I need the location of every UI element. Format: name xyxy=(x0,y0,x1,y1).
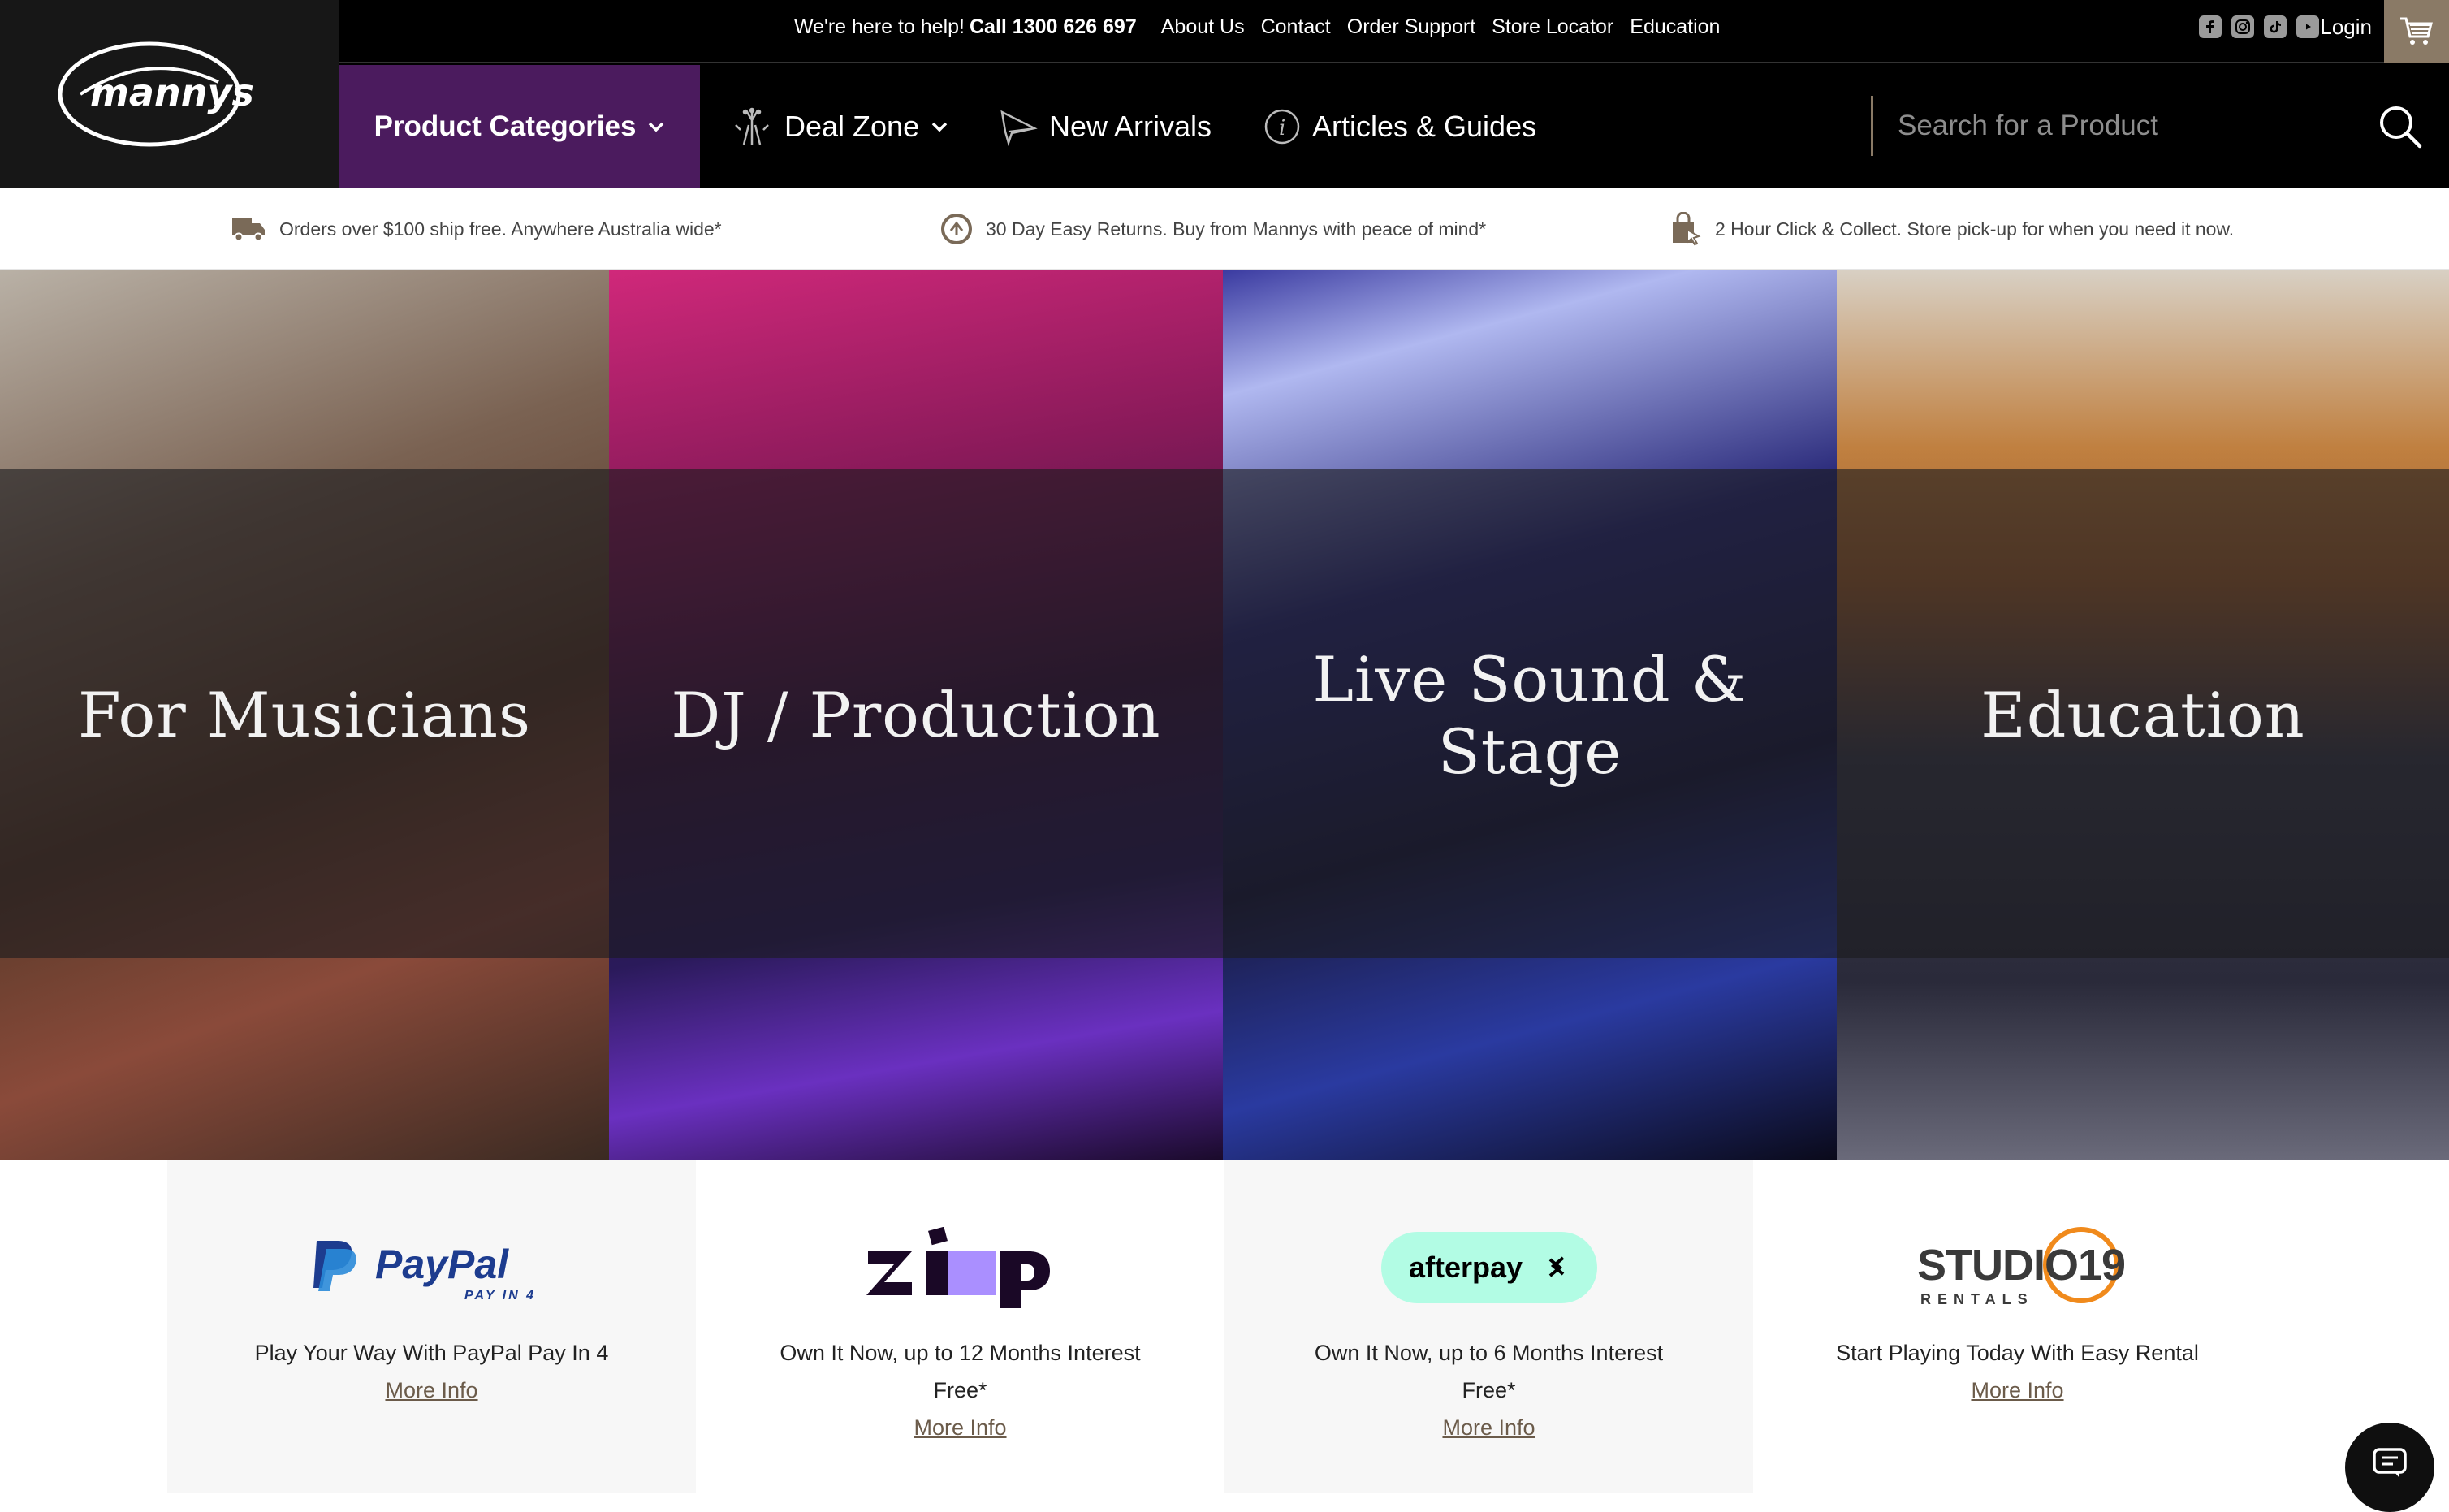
login-link[interactable]: Login xyxy=(2320,0,2372,54)
afterpay-more-info-link[interactable]: More Info xyxy=(1442,1409,1535,1446)
chat-icon xyxy=(2373,1448,2407,1478)
afterpay-card: afterpay Own It Now, up to 6 Months Inte… xyxy=(1224,1160,1753,1493)
youtube-icon[interactable] xyxy=(2296,15,2319,38)
search-bar xyxy=(1871,96,2449,156)
returns-icon xyxy=(941,214,972,244)
logo-text: mannys xyxy=(90,71,254,114)
zip-logo xyxy=(863,1219,1058,1316)
articles-guides-link[interactable]: i Articles & Guides xyxy=(1263,65,1536,188)
tile-live-sound-stage[interactable]: Live Sound & Stage xyxy=(1223,270,1837,1160)
returns-promo: 30 Day Easy Returns. Buy from Mannys wit… xyxy=(940,188,1486,270)
search-input[interactable] xyxy=(1898,96,2352,156)
deal-zone-label: Deal Zone xyxy=(784,110,920,143)
main-navigation: Product Categories Deal Zone New Arrival… xyxy=(339,65,2449,188)
search-icon xyxy=(2380,106,2422,149)
mannys-logo[interactable]: mannys xyxy=(0,0,339,188)
info-icon: i xyxy=(1264,109,1300,145)
order-support-link[interactable]: Order Support xyxy=(1347,15,1475,39)
tile-title: Live Sound & Stage xyxy=(1312,642,1747,788)
afterpay-description: Own It Now, up to 6 Months Interest Free… xyxy=(1314,1341,1664,1402)
studio19-logo-text: STUDIO19 xyxy=(1917,1241,2125,1290)
product-categories-menu[interactable]: Product Categories xyxy=(339,65,700,188)
help-text: We're here to help! xyxy=(794,15,965,38)
afterpay-logo-text: afterpay xyxy=(1409,1251,1523,1284)
about-us-link[interactable]: About Us xyxy=(1161,15,1245,39)
studio19-logo-sub: RENTALS xyxy=(1920,1291,2034,1307)
chevron-down-icon xyxy=(931,122,948,132)
free-shipping-promo: Orders over $100 ship free. Anywhere Aus… xyxy=(231,188,722,270)
paypal-logo-text: PayPal xyxy=(375,1242,509,1287)
paypal-card: PayPal PAY IN 4 Play Your Way With PayPa… xyxy=(167,1160,696,1493)
instagram-icon[interactable] xyxy=(2231,15,2254,38)
cart-button[interactable] xyxy=(2384,0,2449,63)
help-line: We're here to help! Call 1300 626 697 Ab… xyxy=(794,0,1736,54)
tile-title: For Musicians xyxy=(77,679,532,751)
chevron-down-icon xyxy=(649,122,664,132)
zip-card: Own It Now, up to 12 Months Interest Fre… xyxy=(696,1160,1224,1493)
product-categories-label: Product Categories xyxy=(374,110,637,142)
paper-plane-icon xyxy=(1000,110,1038,146)
deal-zone-menu[interactable]: Deal Zone xyxy=(731,65,948,188)
paypal-description: Play Your Way With PayPal Pay In 4 xyxy=(254,1341,609,1365)
returns-text: 30 Day Easy Returns. Buy from Mannys wit… xyxy=(986,218,1487,240)
tile-for-musicians[interactable]: For Musicians xyxy=(0,270,609,1160)
site-header: mannys We're here to help! Call 1300 626… xyxy=(0,0,2449,188)
truck-icon xyxy=(232,218,265,242)
new-arrivals-link[interactable]: New Arrivals xyxy=(999,65,1212,188)
studio19-description: Start Playing Today With Easy Rental xyxy=(1836,1341,2199,1365)
cart-icon xyxy=(2400,17,2433,45)
studio19-card: STUDIO19 RENTALS Start Playing Today Wit… xyxy=(1753,1160,2282,1493)
search-button[interactable] xyxy=(2376,102,2425,151)
promo-bar: Orders over $100 ship free. Anywhere Aus… xyxy=(0,188,2449,270)
fireworks-icon xyxy=(735,107,769,145)
studio19-more-info-link[interactable]: More Info xyxy=(1971,1372,2063,1409)
tile-title: Education xyxy=(1980,679,2305,751)
tiktok-icon[interactable] xyxy=(2264,15,2287,38)
payment-options: PayPal PAY IN 4 Play Your Way With PayPa… xyxy=(167,1160,2282,1493)
free-shipping-text: Orders over $100 ship free. Anywhere Aus… xyxy=(279,218,722,240)
utility-bar: We're here to help! Call 1300 626 697 Ab… xyxy=(339,0,2449,63)
tile-title: DJ / Production xyxy=(671,679,1161,751)
zip-description: Own It Now, up to 12 Months Interest Fre… xyxy=(780,1341,1141,1402)
paypal-logo: PayPal PAY IN 4 xyxy=(310,1219,554,1316)
click-collect-icon xyxy=(1673,212,1701,246)
zip-more-info-link[interactable]: More Info xyxy=(914,1409,1006,1446)
svg-text:i: i xyxy=(1279,116,1285,140)
tile-education[interactable]: Education xyxy=(1837,270,2449,1160)
studio19-logo: STUDIO19 RENTALS xyxy=(1904,1219,2132,1316)
category-tiles: For Musicians DJ / Production Live Sound… xyxy=(0,270,2449,1160)
afterpay-logo: afterpay xyxy=(1380,1219,1599,1316)
social-links xyxy=(2199,0,2319,54)
chat-button[interactable] xyxy=(2345,1423,2434,1512)
articles-guides-label: Articles & Guides xyxy=(1312,110,1537,143)
store-locator-link[interactable]: Store Locator xyxy=(1492,15,1613,39)
click-collect-text: 2 Hour Click & Collect. Store pick-up fo… xyxy=(1715,218,2235,240)
paypal-more-info-link[interactable]: More Info xyxy=(385,1372,477,1409)
click-collect-promo: 2 Hour Click & Collect. Store pick-up fo… xyxy=(1669,188,2234,270)
facebook-icon[interactable] xyxy=(2199,15,2222,38)
education-link[interactable]: Education xyxy=(1630,15,1720,39)
tile-dj-production[interactable]: DJ / Production xyxy=(609,270,1223,1160)
new-arrivals-label: New Arrivals xyxy=(1049,110,1212,143)
contact-link[interactable]: Contact xyxy=(1261,15,1331,39)
paypal-logo-sub: PAY IN 4 xyxy=(464,1289,536,1302)
phone-link[interactable]: Call 1300 626 697 xyxy=(970,15,1137,39)
